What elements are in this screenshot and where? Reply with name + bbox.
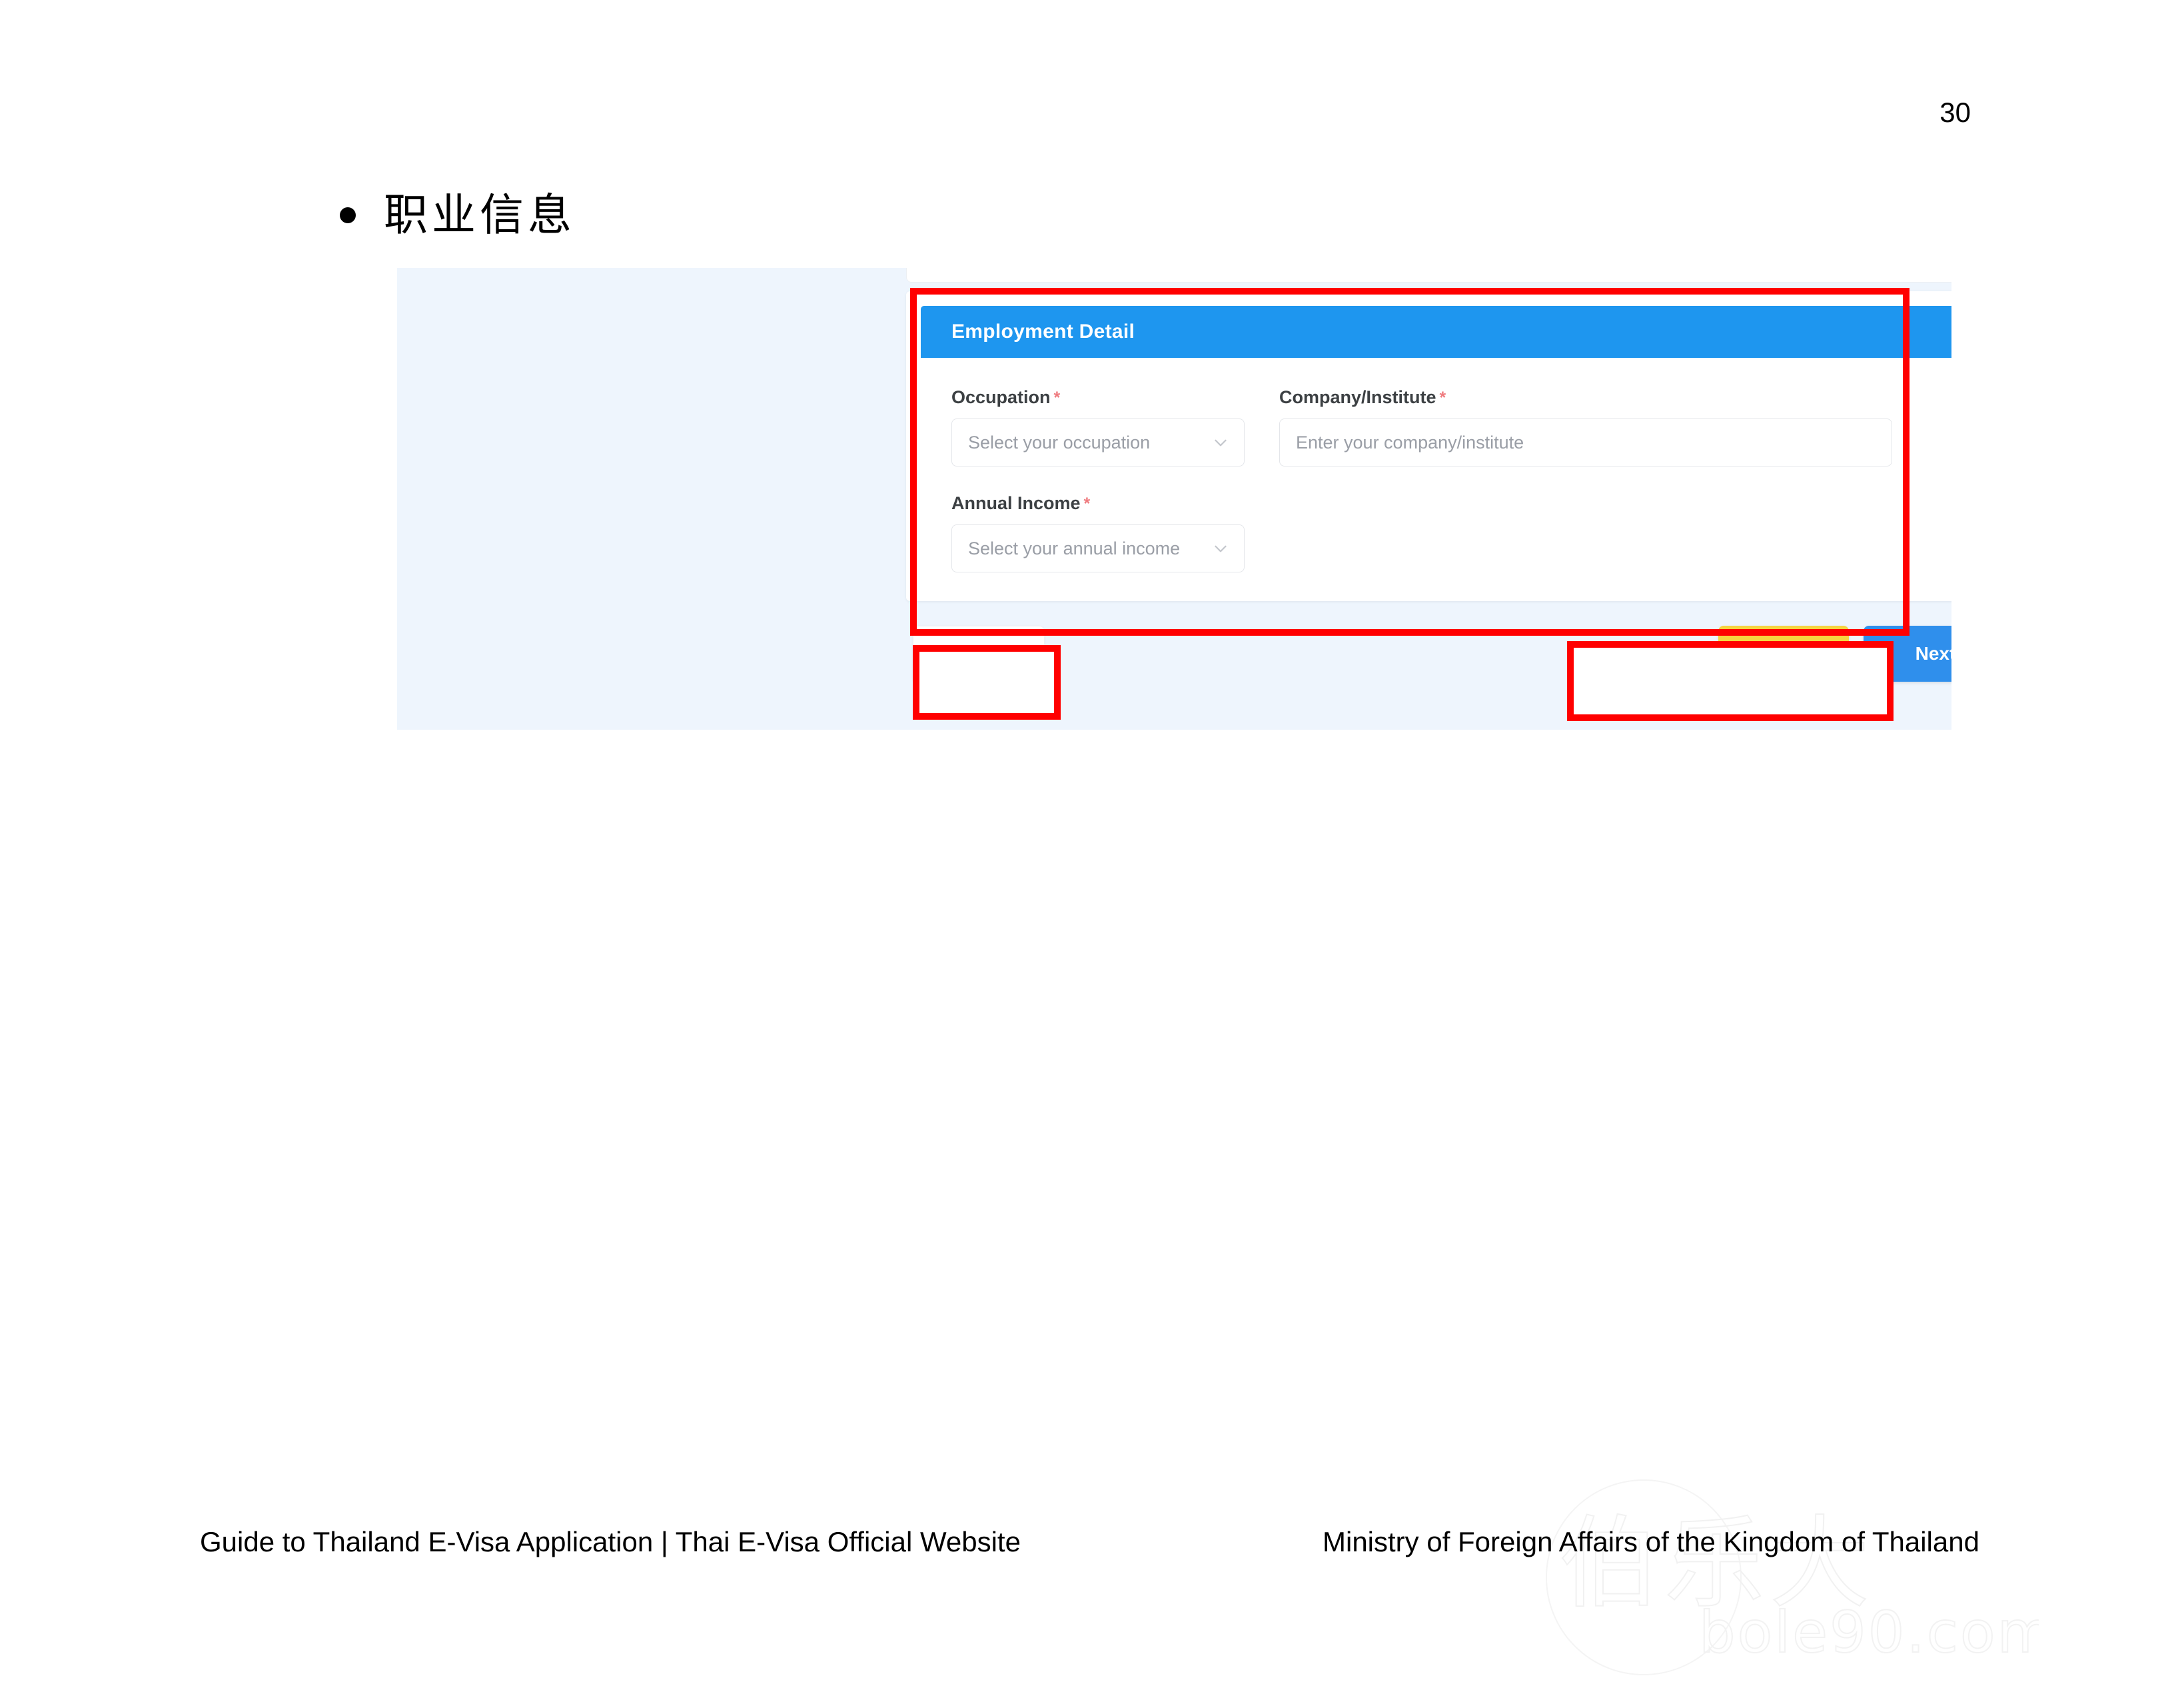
chevron-down-icon[interactable] <box>1212 540 1229 557</box>
previous-card-strip <box>906 268 1951 283</box>
company-institute-placeholder: Enter your company/institute <box>1296 432 1524 452</box>
next-button[interactable]: Next <box>1864 626 1951 682</box>
annual-income-placeholder: Select your annual income <box>968 538 1181 558</box>
field-occupation: Occupation * Select your occupation <box>951 387 1245 466</box>
occupation-select[interactable]: Select your occupation <box>951 419 1245 466</box>
required-asterisk: * <box>1083 494 1091 513</box>
bullet-heading: 职业信息 <box>340 193 576 237</box>
required-asterisk: * <box>1053 389 1061 407</box>
field-row-1: Occupation * Select your occupation Compa… <box>951 387 1951 466</box>
form-actions: Back Save Next <box>906 618 1951 691</box>
next-button-label: Next <box>1915 643 1951 664</box>
employment-detail-panel: Employment Detail Occupation * Select you… <box>906 291 1951 601</box>
card-header-title: Employment Detail <box>951 321 1135 343</box>
field-company-institute: Company/Institute * Enter your company/in… <box>1279 387 1892 466</box>
field-label-annual-income-text: Annual Income <box>951 493 1081 513</box>
back-button[interactable]: Back <box>913 626 1045 683</box>
bullet-heading-label: 职业信息 <box>384 189 576 241</box>
field-label-occupation-text: Occupation <box>951 387 1051 407</box>
annual-income-select[interactable]: Select your annual income <box>951 524 1245 572</box>
watermark-en-text: bole90.com <box>1698 1599 2039 1667</box>
company-institute-input[interactable]: Enter your company/institute <box>1279 419 1892 466</box>
save-button-label: Save <box>1762 643 1806 664</box>
field-label-company-institute: Company/Institute * <box>1279 387 1892 408</box>
page-number: 30 <box>1939 97 1971 128</box>
back-button-label: Back <box>957 644 1000 664</box>
footer-left-text: Guide to Thailand E-Visa Application | T… <box>200 1526 1021 1557</box>
field-row-2: Annual Income * Select your annual income <box>951 493 1951 572</box>
occupation-placeholder: Select your occupation <box>968 432 1151 452</box>
required-asterisk: * <box>1439 389 1446 407</box>
card-body: Occupation * Select your occupation Compa… <box>921 358 1951 586</box>
field-label-annual-income: Annual Income * <box>951 493 1245 514</box>
panel-inner: Employment Detail Occupation * Select you… <box>913 298 1951 594</box>
watermark: 伯乐大 bole90.com <box>1532 1476 2039 1676</box>
footer-right-text: Ministry of Foreign Affairs of the Kingd… <box>1323 1526 1979 1557</box>
card-header: Employment Detail <box>921 306 1951 358</box>
primary-actions: Save Next <box>1718 626 1951 682</box>
watermark-ring-icon <box>1546 1479 1742 1675</box>
embedded-screenshot: Employment Detail Occupation * Select you… <box>397 268 1951 730</box>
field-annual-income: Annual Income * Select your annual income <box>951 493 1245 572</box>
field-label-occupation: Occupation * <box>951 387 1245 408</box>
chevron-down-icon[interactable] <box>1212 434 1229 451</box>
field-label-company-institute-text: Company/Institute <box>1279 387 1436 407</box>
bullet-dot-icon <box>340 207 356 223</box>
field-row-spacer <box>951 466 1951 493</box>
save-button[interactable]: Save <box>1718 626 1849 682</box>
